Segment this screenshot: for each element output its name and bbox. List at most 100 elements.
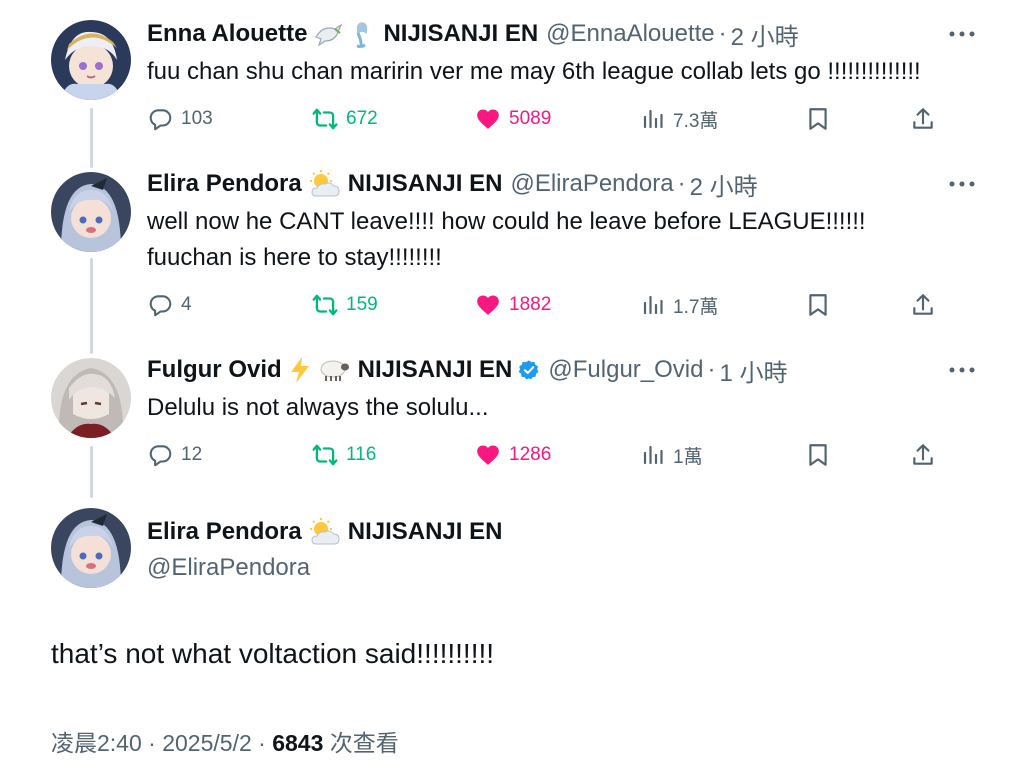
- tweet-header: Fulgur Ovid NIJISANJI EN @Fulgur_Ovid · …: [147, 352, 788, 388]
- tweet-actions: 103 672 5089 7.3萬: [147, 102, 947, 136]
- more-options-button[interactable]: [948, 166, 976, 202]
- like-button[interactable]: 1882: [475, 288, 551, 322]
- tweet-header: Elira Pendora NIJISANJI EN @EliraPendora…: [147, 166, 758, 202]
- bookmark-icon: [809, 444, 827, 466]
- tweet-text-line: well now he CANT leave!!!! how could he …: [147, 208, 866, 235]
- bookmark-button[interactable]: [805, 438, 839, 472]
- retweet-icon: [312, 108, 338, 130]
- views-icon: [643, 109, 663, 129]
- main-tweet-text: that’s not what voltaction said!!!!!!!!!…: [51, 638, 495, 669]
- reply-icon: [149, 109, 172, 131]
- more-icon: [949, 367, 975, 373]
- separator: ·: [148, 730, 156, 756]
- share-icon: [913, 108, 933, 129]
- affiliation: NIJISANJI EN: [347, 518, 503, 545]
- tweet-meta: 凌晨2:40 · 2025/5/2 · 6843 次查看: [51, 724, 399, 758]
- like-button[interactable]: 5089: [475, 102, 551, 136]
- handle[interactable]: @EnnaAlouette: [546, 20, 714, 48]
- more-icon: [949, 31, 975, 37]
- main-tweet-header: Elira Pendora NIJISANJI EN @EliraPendora: [147, 514, 502, 586]
- like-count: 1882: [509, 294, 552, 315]
- affiliation: NIJISANJI EN: [347, 170, 503, 197]
- bookmark-icon: [809, 294, 827, 316]
- tweet[interactable]: Fulgur Ovid NIJISANJI EN @Fulgur_Ovid · …: [0, 352, 1024, 486]
- share-button[interactable]: [910, 102, 944, 136]
- reply-count: 103: [181, 108, 213, 129]
- like-button[interactable]: 1286: [475, 438, 551, 472]
- main-tweet: Elira Pendora NIJISANJI EN @EliraPendora…: [0, 508, 1024, 775]
- timestamp[interactable]: 2 小時: [690, 167, 758, 202]
- lightning-emoji: [288, 356, 312, 384]
- reply-button[interactable]: 4: [147, 288, 192, 322]
- tweet-text-line: fuuchan is here to stay!!!!!!!!: [147, 244, 442, 271]
- reply-button[interactable]: 12: [147, 438, 202, 472]
- avatar[interactable]: [51, 20, 131, 100]
- retweet-count: 116: [346, 444, 377, 465]
- sun-behind-cloud-emoji: [308, 518, 340, 546]
- sheep-emoji: [318, 357, 350, 383]
- tweet[interactable]: Elira Pendora NIJISANJI EN @EliraPendora…: [0, 166, 1024, 340]
- tweet-text: well now he CANT leave!!!! how could he …: [147, 204, 987, 276]
- tweet[interactable]: Enna Alouette NIJISANJI EN @EnnaAlouette…: [0, 16, 1024, 156]
- retweet-count: 159: [346, 294, 378, 315]
- views-icon: [643, 445, 663, 465]
- retweet-button[interactable]: 672: [312, 102, 378, 136]
- view-count: 1萬: [673, 446, 703, 468]
- share-button[interactable]: [910, 288, 944, 322]
- bookmark-button[interactable]: [805, 288, 839, 322]
- separator: ·: [258, 730, 266, 756]
- avatar[interactable]: [51, 358, 131, 438]
- display-name[interactable]: Elira Pendora: [147, 518, 302, 546]
- sun-behind-cloud-emoji: [308, 170, 340, 198]
- retweet-count: 672: [346, 108, 378, 129]
- avatar[interactable]: [51, 172, 131, 252]
- display-name[interactable]: Elira Pendora: [147, 170, 302, 198]
- more-options-button[interactable]: [948, 352, 976, 388]
- affiliation: NIJISANJI EN: [383, 20, 539, 47]
- like-count: 1286: [509, 444, 552, 465]
- separator: ·: [707, 356, 716, 383]
- retweet-icon: [312, 444, 338, 466]
- like-count: 5089: [509, 108, 552, 129]
- dove-emoji: [313, 21, 343, 47]
- reply-button[interactable]: 103: [147, 102, 213, 136]
- views-button[interactable]: 7.3萬: [641, 102, 718, 136]
- timestamp[interactable]: 1 小時: [719, 353, 787, 388]
- views-button[interactable]: 1萬: [641, 438, 703, 472]
- verified-badge-icon: [518, 359, 540, 381]
- share-button[interactable]: [910, 438, 944, 472]
- tweet-text: Delulu is not always the solulu...: [147, 394, 489, 421]
- retweet-button[interactable]: 159: [312, 288, 378, 322]
- reply-count: 12: [181, 444, 203, 465]
- tweet-actions: 4 159 1882 1.7萬: [147, 288, 947, 322]
- heart-icon: [477, 445, 499, 465]
- heart-icon: [477, 109, 499, 129]
- tweet-header: Enna Alouette NIJISANJI EN @EnnaAlouette…: [147, 16, 799, 52]
- avatar[interactable]: [51, 508, 131, 588]
- heart-icon: [477, 295, 499, 315]
- view-count: 7.3萬: [673, 110, 719, 132]
- share-icon: [913, 294, 933, 315]
- share-icon: [913, 444, 933, 465]
- separator: ·: [718, 20, 727, 47]
- bookmark-icon: [809, 108, 827, 130]
- retweet-icon: [312, 294, 338, 316]
- post-date[interactable]: 2025/5/2: [162, 730, 252, 756]
- reply-icon: [149, 445, 172, 467]
- timestamp[interactable]: 2 小時: [731, 17, 799, 52]
- handle[interactable]: @Fulgur_Ovid: [548, 356, 703, 384]
- handle[interactable]: @EliraPendora: [147, 550, 502, 586]
- more-options-button[interactable]: [948, 16, 976, 52]
- view-count: 1.7萬: [673, 296, 719, 318]
- views-icon: [643, 295, 663, 315]
- display-name[interactable]: Enna Alouette: [147, 20, 307, 48]
- handle[interactable]: @EliraPendora: [510, 170, 673, 198]
- post-time[interactable]: 凌晨2:40: [51, 730, 142, 756]
- bookmark-button[interactable]: [805, 102, 839, 136]
- display-name[interactable]: Fulgur Ovid: [147, 356, 282, 384]
- more-icon: [949, 181, 975, 187]
- views-label: 次查看: [329, 730, 399, 756]
- views-button[interactable]: 1.7萬: [641, 288, 718, 322]
- retweet-button[interactable]: 116: [312, 438, 376, 472]
- separator: ·: [677, 170, 686, 197]
